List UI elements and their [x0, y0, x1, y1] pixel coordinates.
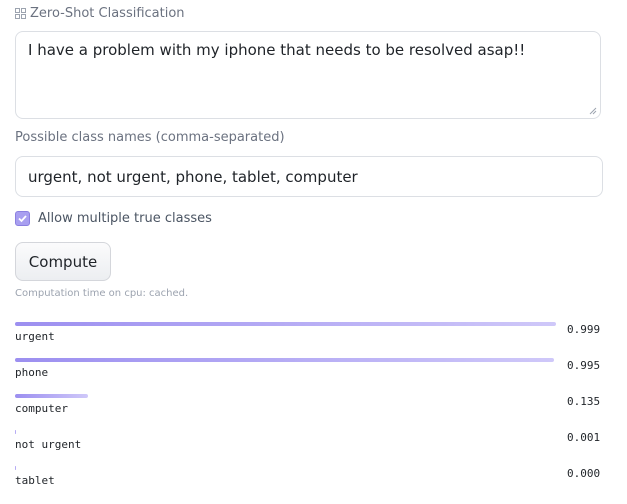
- result-bar-track: [15, 430, 557, 434]
- input-text: I have a problem with my iphone that nee…: [28, 41, 526, 59]
- result-score-bar: [15, 466, 16, 470]
- input-textarea[interactable]: I have a problem with my iphone that nee…: [15, 31, 601, 119]
- resize-handle-icon[interactable]: [589, 107, 597, 115]
- result-bar-track: [15, 394, 557, 398]
- result-score: 0.999: [567, 323, 601, 336]
- result-label: tablet: [15, 474, 55, 487]
- multi-label-checkbox[interactable]: [15, 211, 30, 226]
- computation-status: Computation time on cpu: cached.: [15, 288, 189, 299]
- widget-title: Zero-Shot Classification: [30, 6, 185, 21]
- multi-label-label: Allow multiple true classes: [38, 211, 212, 226]
- result-score: 0.000: [567, 467, 601, 480]
- result-bar-track: [15, 358, 557, 362]
- result-row: phone 0.995: [15, 358, 615, 394]
- compute-button[interactable]: Compute: [15, 242, 111, 281]
- result-bar-track: [15, 466, 557, 470]
- checkmark-icon: [18, 215, 27, 223]
- multi-label-option[interactable]: Allow multiple true classes: [15, 211, 212, 226]
- result-label: urgent: [15, 330, 55, 343]
- result-label: not urgent: [15, 438, 82, 451]
- result-score: 0.995: [567, 359, 601, 372]
- widget-header: Zero-Shot Classification: [15, 6, 185, 21]
- grid-icon: [15, 8, 26, 19]
- class-names-label: Possible class names (comma-separated): [15, 130, 285, 145]
- result-row: urgent 0.999: [15, 322, 615, 358]
- result-score-bar: [15, 322, 557, 326]
- result-row: computer 0.135: [15, 394, 615, 430]
- result-bar-track: [15, 322, 557, 326]
- result-score: 0.001: [567, 431, 601, 444]
- result-score-bar: [15, 394, 89, 398]
- class-names-input[interactable]: urgent, not urgent, phone, tablet, compu…: [15, 156, 603, 197]
- result-label: phone: [15, 366, 49, 379]
- result-row: tablet 0.000: [15, 466, 615, 502]
- class-names-value: urgent, not urgent, phone, tablet, compu…: [28, 168, 358, 186]
- result-score-bar: [15, 430, 16, 434]
- result-score: 0.135: [567, 395, 601, 408]
- result-row: not urgent 0.001: [15, 430, 615, 466]
- result-label: computer: [15, 402, 68, 415]
- result-score-bar: [15, 358, 555, 362]
